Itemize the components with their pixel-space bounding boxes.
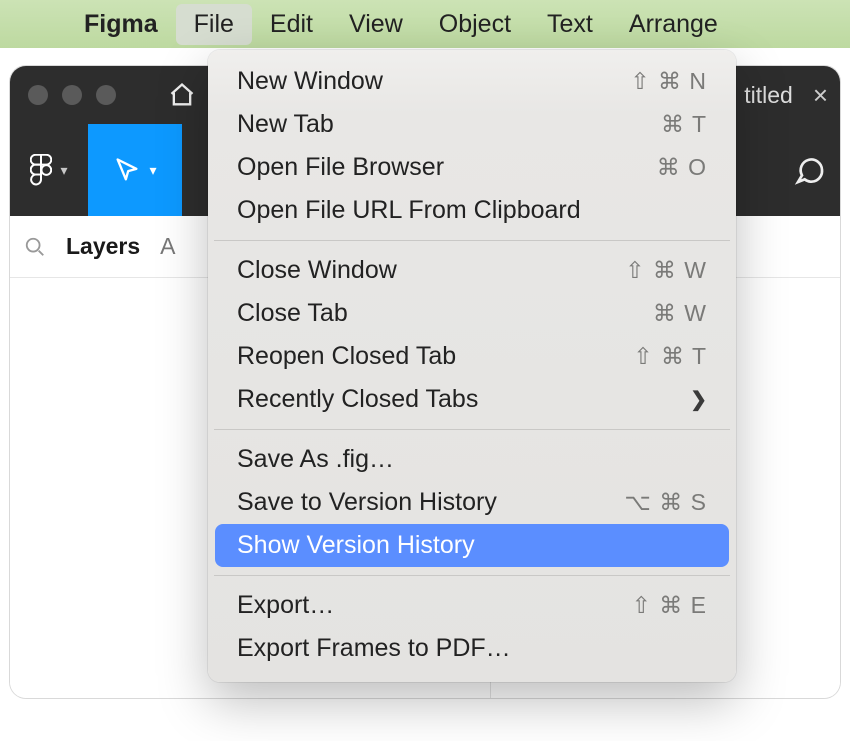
menubar-text[interactable]: Text <box>529 4 611 45</box>
window-minimize-button[interactable] <box>62 85 82 105</box>
menu-shortcut: ⇧ ⌘ N <box>630 68 707 95</box>
move-tool-button[interactable]: ▾ <box>88 124 182 216</box>
menu-label: Show Version History <box>237 531 475 560</box>
chevron-down-icon: ▾ <box>149 162 156 179</box>
menu-close-tab[interactable]: Close Tab ⌘ W <box>215 292 729 335</box>
menu-label: Save As .fig… <box>237 445 394 474</box>
menubar-view[interactable]: View <box>331 4 421 45</box>
menu-shortcut: ⌥ ⌘ S <box>624 489 707 516</box>
menubar-object[interactable]: Object <box>421 4 529 45</box>
menu-new-window[interactable]: New Window ⇧ ⌘ N <box>215 60 729 103</box>
menu-label: New Tab <box>237 110 334 139</box>
menu-shortcut: ⌘ W <box>653 300 707 327</box>
menu-export-frames-pdf[interactable]: Export Frames to PDF… <box>215 627 729 670</box>
menu-label: Close Tab <box>237 299 348 328</box>
menubar-file[interactable]: File <box>176 4 252 45</box>
menu-reopen-closed-tab[interactable]: Reopen Closed Tab ⇧ ⌘ T <box>215 335 729 378</box>
menu-label: Open File URL From Clipboard <box>237 196 581 225</box>
menu-label: Export Frames to PDF… <box>237 634 511 663</box>
menu-save-version-history[interactable]: Save to Version History ⌥ ⌘ S <box>215 481 729 524</box>
menu-recently-closed-tabs[interactable]: Recently Closed Tabs ❯ <box>215 378 729 421</box>
figma-menu-button[interactable]: ▾ <box>10 124 88 216</box>
menu-open-url-clipboard[interactable]: Open File URL From Clipboard <box>215 189 729 232</box>
menu-shortcut: ⌘ O <box>657 154 707 181</box>
menu-label: Close Window <box>237 256 397 285</box>
menu-separator <box>214 575 730 576</box>
home-icon[interactable] <box>168 81 196 109</box>
menu-label: Reopen Closed Tab <box>237 342 456 371</box>
chevron-right-icon: ❯ <box>690 387 707 412</box>
menu-label: New Window <box>237 67 383 96</box>
menu-shortcut: ⇧ ⌘ W <box>625 257 707 284</box>
menu-shortcut: ⇧ ⌘ E <box>632 592 707 619</box>
macos-menubar: Figma File Edit View Object Text Arrange <box>0 0 850 48</box>
menu-separator <box>214 429 730 430</box>
menu-label: Export… <box>237 591 334 620</box>
tab-title[interactable]: titled <box>744 82 793 109</box>
comment-icon[interactable] <box>794 154 826 186</box>
toolbar-right <box>794 124 826 216</box>
menu-open-file-browser[interactable]: Open File Browser ⌘ O <box>215 146 729 189</box>
menu-label: Recently Closed Tabs <box>237 385 478 414</box>
menu-separator <box>214 240 730 241</box>
tab-strip-right: titled × <box>744 66 828 124</box>
menu-label: Open File Browser <box>237 153 444 182</box>
menu-shortcut: ⇧ ⌘ T <box>633 343 707 370</box>
sidebar-tab-layers[interactable]: Layers <box>66 233 140 260</box>
traffic-lights <box>28 85 116 105</box>
file-menu-dropdown: New Window ⇧ ⌘ N New Tab ⌘ T Open File B… <box>208 50 736 682</box>
window-zoom-button[interactable] <box>96 85 116 105</box>
menu-save-as-fig[interactable]: Save As .fig… <box>215 438 729 481</box>
menu-shortcut: ⌘ T <box>661 111 707 138</box>
menu-show-version-history[interactable]: Show Version History <box>215 524 729 567</box>
chevron-down-icon: ▾ <box>60 162 67 179</box>
menu-export[interactable]: Export… ⇧ ⌘ E <box>215 584 729 627</box>
menu-label: Save to Version History <box>237 488 497 517</box>
search-icon[interactable] <box>24 236 46 258</box>
menubar-arrange[interactable]: Arrange <box>611 4 736 45</box>
sidebar-tab-assets[interactable]: A <box>160 233 175 260</box>
menu-new-tab[interactable]: New Tab ⌘ T <box>215 103 729 146</box>
window-close-button[interactable] <box>28 85 48 105</box>
menubar-app[interactable]: Figma <box>66 4 176 45</box>
menu-close-window[interactable]: Close Window ⇧ ⌘ W <box>215 249 729 292</box>
menubar-edit[interactable]: Edit <box>252 4 331 45</box>
tab-close-icon[interactable]: × <box>813 80 828 111</box>
